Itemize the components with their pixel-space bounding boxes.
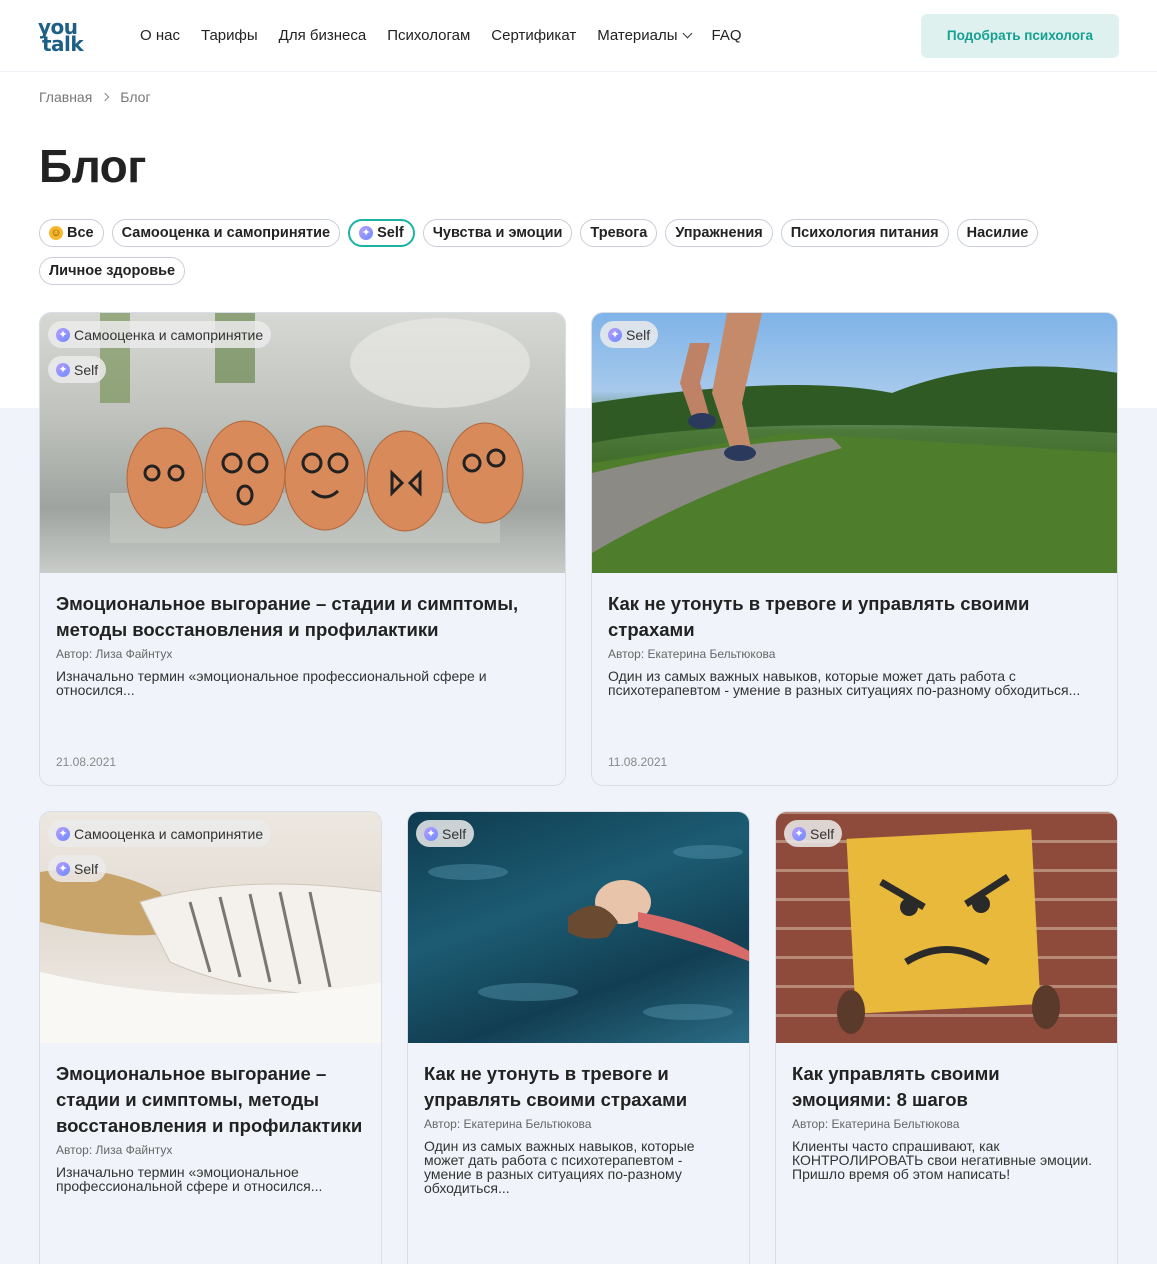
article-author: Автор: Екатерина Бельтюкова: [424, 1117, 592, 1131]
article-card[interactable]: ✦ Self Как не утонуть в тревоге и управля…: [591, 312, 1118, 786]
article-author: Автор: Лиза Файнтух: [56, 647, 173, 661]
logo-line-2: talk: [42, 31, 84, 56]
unicorn-emoji-icon: ✦: [792, 826, 806, 841]
tag-self[interactable]: ✦ Self: [48, 356, 107, 383]
article-card[interactable]: ✦ Self Как управлять своими эмоциями: 8 ш…: [775, 811, 1118, 1264]
unicorn-emoji-icon: ✦: [56, 826, 70, 841]
article-tags: ✦ Самооценка и самопринятие ✦ Self: [48, 321, 272, 383]
breadcrumb-home[interactable]: Главная: [39, 89, 92, 105]
tag-self-esteem[interactable]: ✦ Самооценка и самопринятие: [48, 321, 272, 348]
unicorn-emoji-icon: ✦: [56, 327, 70, 342]
category-chip-feelings[interactable]: Чувства и эмоции: [422, 219, 573, 247]
breadcrumb-current: Блог: [120, 89, 151, 105]
article-date: 21.08.2021: [56, 755, 117, 769]
smile-emoji-icon: ☺: [49, 226, 63, 240]
category-chip-self-esteem[interactable]: Самооценка и самопринятие: [111, 219, 341, 247]
article-author: Автор: Екатерина Бельтюкова: [792, 1117, 960, 1131]
category-chip-anxiety[interactable]: Тревога: [580, 219, 658, 247]
article-author: Автор: Лиза Файнтух: [56, 1143, 173, 1157]
tag-self[interactable]: ✦ Self: [416, 820, 475, 847]
article-image-pool: ✦ Self: [408, 812, 749, 1043]
runner-illustration: [592, 313, 1117, 573]
article-card[interactable]: ✦ Самооценка и самопринятие ✦ Self Эмоцион…: [39, 811, 382, 1264]
unicorn-emoji-icon: ✦: [424, 826, 438, 841]
tag-label: Самооценка и самопринятие: [74, 326, 264, 343]
tag-label: Self: [74, 361, 99, 378]
unicorn-emoji-icon: ✦: [56, 861, 70, 876]
logo[interactable]: you talk: [38, 15, 96, 57]
nav-about[interactable]: О нас: [140, 27, 180, 44]
category-chip-label: Все: [67, 225, 94, 241]
article-tags: ✦ Self: [416, 820, 475, 847]
article-author: Автор: Екатерина Бельтюкова: [608, 647, 776, 661]
article-excerpt: Один из самых важных навыков, которые мо…: [608, 668, 1081, 698]
category-chip-self[interactable]: ✦ Self: [348, 219, 415, 247]
article-title[interactable]: Эмоциональное выгорание – стадии и симпт…: [56, 1061, 365, 1139]
category-chip-health[interactable]: Личное здоровье: [39, 257, 186, 285]
article-card[interactable]: ✦ Самооценка и самопринятие ✦ Self Эмоцион…: [39, 312, 566, 786]
tag-label: Self: [74, 860, 99, 877]
articles-row-1: ✦ Самооценка и самопринятие ✦ Self Эмоцион…: [39, 312, 1118, 786]
article-image-runner: ✦ Self: [592, 313, 1117, 573]
find-psychologist-button[interactable]: Подобрать психолога: [921, 13, 1119, 58]
unicorn-emoji-icon: ✦: [359, 226, 374, 240]
category-chip-exercises[interactable]: Упражнения: [665, 219, 773, 247]
category-filter: ☺ Все Самооценка и самопринятие ✦ Self Чув…: [39, 219, 1119, 295]
tag-label: Самооценка и самопринятие: [74, 825, 264, 842]
tag-self[interactable]: ✦ Self: [48, 855, 107, 882]
unicorn-emoji-icon: ✦: [56, 362, 70, 377]
tag-self-esteem[interactable]: ✦ Самооценка и самопринятие: [48, 820, 272, 847]
tag-label: Self: [810, 825, 835, 842]
breadcrumb: Главная Блог: [39, 88, 1118, 106]
article-excerpt: Один из самых важных навыков, которые мо…: [424, 1138, 695, 1196]
main-content: Главная Блог Блог ☺ Все Самооценка и само…: [0, 88, 1157, 295]
unicorn-emoji-icon: ✦: [608, 327, 622, 342]
article-date: 11.08.2021: [608, 755, 668, 769]
chevron-right-icon: [101, 92, 110, 102]
page-title: Блог: [39, 140, 146, 192]
article-tags: ✦ Self: [600, 321, 659, 348]
article-excerpt: Изначально термин «эмоциональное професс…: [56, 668, 487, 698]
category-chip-label: Self: [377, 225, 404, 241]
article-title[interactable]: Как не утонуть в тревоге и управлять сво…: [424, 1061, 733, 1113]
tag-label: Self: [442, 825, 467, 842]
tag-self[interactable]: ✦ Self: [600, 321, 659, 348]
nav-business[interactable]: Для бизнеса: [279, 27, 367, 44]
tag-self[interactable]: ✦ Self: [784, 820, 843, 847]
nav-materials[interactable]: Материалы: [597, 27, 692, 44]
chevron-down-icon: [682, 28, 692, 39]
nav-certificate[interactable]: Сертификат: [491, 27, 576, 44]
nav-psychologists[interactable]: Психологам: [387, 27, 470, 44]
article-tags: ✦ Самооценка и самопринятие ✦ Self: [48, 820, 272, 882]
nav-faq[interactable]: FAQ: [712, 27, 742, 44]
main-nav: О нас Тарифы Для бизнеса Психологам Серт…: [140, 27, 763, 44]
article-image-bed: ✦ Самооценка и самопринятие ✦ Self: [40, 812, 381, 1043]
articles-row-2: ✦ Самооценка и самопринятие ✦ Self Эмоцион…: [39, 811, 1118, 1264]
article-title[interactable]: Как не утонуть в тревоге и управлять сво…: [608, 591, 1101, 643]
category-chip-nutrition[interactable]: Психология питания: [780, 219, 949, 247]
article-card[interactable]: ✦ Self Как не утонуть в тревоге и управля…: [407, 811, 750, 1264]
article-tags: ✦ Self: [784, 820, 843, 847]
article-image-angry-face: ✦ Self: [776, 812, 1117, 1043]
article-excerpt: Клиенты часто спрашивают, как КОНТРОЛИРО…: [792, 1138, 1093, 1182]
tag-label: Self: [626, 326, 651, 343]
article-excerpt: Изначально термин «эмоциональное професс…: [56, 1164, 323, 1194]
site-header: you talk О нас Тарифы Для бизнеса Психол…: [0, 0, 1157, 72]
article-image-eggs: ✦ Самооценка и самопринятие ✦ Self: [40, 313, 565, 573]
category-chip-all[interactable]: ☺ Все: [39, 219, 104, 247]
category-chip-violence[interactable]: Насилие: [956, 219, 1039, 247]
article-title[interactable]: Как управлять своими эмоциями: 8 шагов: [792, 1061, 1101, 1113]
nav-pricing[interactable]: Тарифы: [201, 27, 258, 44]
article-title[interactable]: Эмоциональное выгорание – стадии и симпт…: [56, 591, 549, 643]
nav-materials-label: Материалы: [597, 27, 678, 44]
